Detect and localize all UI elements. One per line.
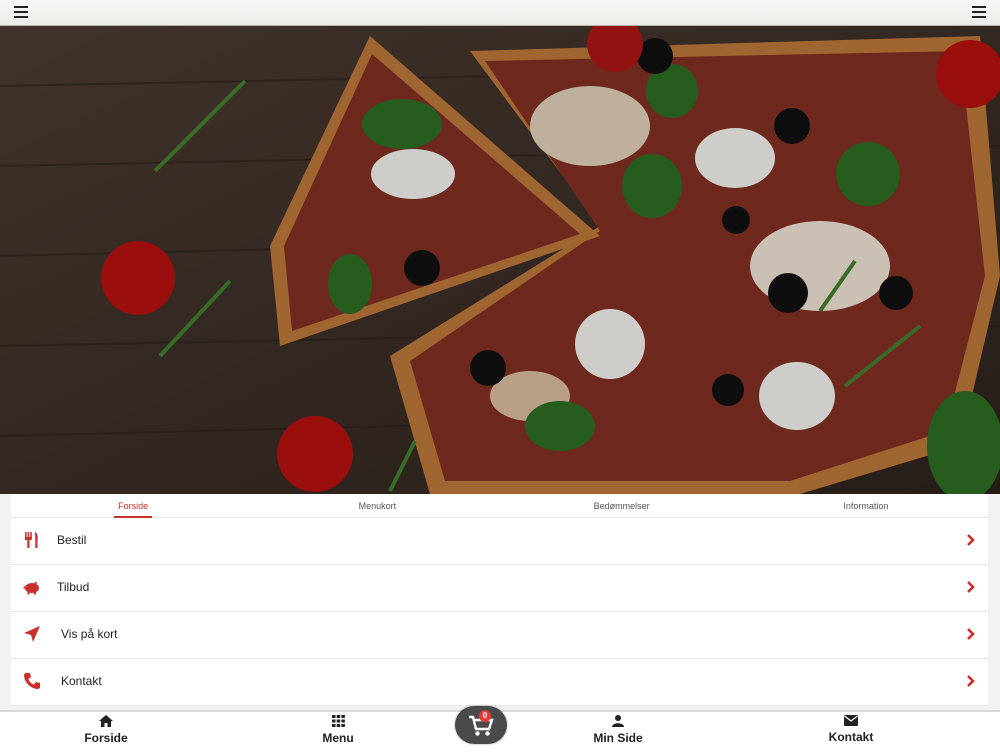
chevron-right-icon xyxy=(967,675,975,687)
phone-icon xyxy=(24,673,40,689)
nav-label: Menu xyxy=(322,731,354,745)
tab-forside[interactable]: Forside xyxy=(11,494,255,518)
nav-label: Kontakt xyxy=(828,730,874,744)
chevron-right-icon xyxy=(967,581,975,593)
nav-label: Forside xyxy=(84,731,128,745)
nav-kontakt[interactable]: Kontakt xyxy=(791,715,911,744)
piggy-bank-icon xyxy=(23,581,39,595)
cutlery-icon xyxy=(25,532,38,548)
grid-icon xyxy=(331,715,345,727)
nav-min-side[interactable]: Min Side xyxy=(558,715,678,745)
hamburger-menu-icon[interactable] xyxy=(972,6,986,18)
section-tabs: Forside Menukort Bedømmelser Information xyxy=(11,494,988,518)
envelope-icon xyxy=(844,715,858,726)
list-item-label: Bestil xyxy=(57,533,87,547)
user-icon xyxy=(612,715,624,727)
pizza-illustration xyxy=(0,26,1000,494)
home-menu-list: Bestil Tilbud Vis på kort Kontakt xyxy=(11,518,988,706)
list-item-vis-paa-kort[interactable]: Vis på kort xyxy=(11,612,988,659)
list-item-kontakt[interactable]: Kontakt xyxy=(11,659,988,706)
list-item-bestil[interactable]: Bestil xyxy=(11,518,988,565)
location-arrow-icon xyxy=(24,626,40,642)
chevron-right-icon xyxy=(967,534,975,546)
tab-information[interactable]: Information xyxy=(744,494,988,517)
tab-menukort[interactable]: Menukort xyxy=(255,494,499,517)
top-bar xyxy=(0,0,1000,26)
list-item-label: Vis på kort xyxy=(61,627,118,641)
nav-label: Min Side xyxy=(593,731,643,745)
list-item-label: Kontakt xyxy=(61,674,102,688)
nav-forside[interactable]: Forside xyxy=(46,715,166,745)
cart-count-badge: 0 xyxy=(479,710,491,722)
nav-menu[interactable]: Menu xyxy=(278,715,398,745)
list-item-label: Tilbud xyxy=(57,580,90,594)
tab-bedommelser[interactable]: Bedømmelser xyxy=(500,494,744,517)
hero-pizza-image xyxy=(0,26,1000,494)
home-icon xyxy=(99,715,113,727)
list-item-tilbud[interactable]: Tilbud xyxy=(11,565,988,612)
chevron-right-icon xyxy=(967,628,975,640)
cart-button[interactable]: 0 xyxy=(455,706,507,744)
hamburger-menu-icon[interactable] xyxy=(14,6,28,18)
